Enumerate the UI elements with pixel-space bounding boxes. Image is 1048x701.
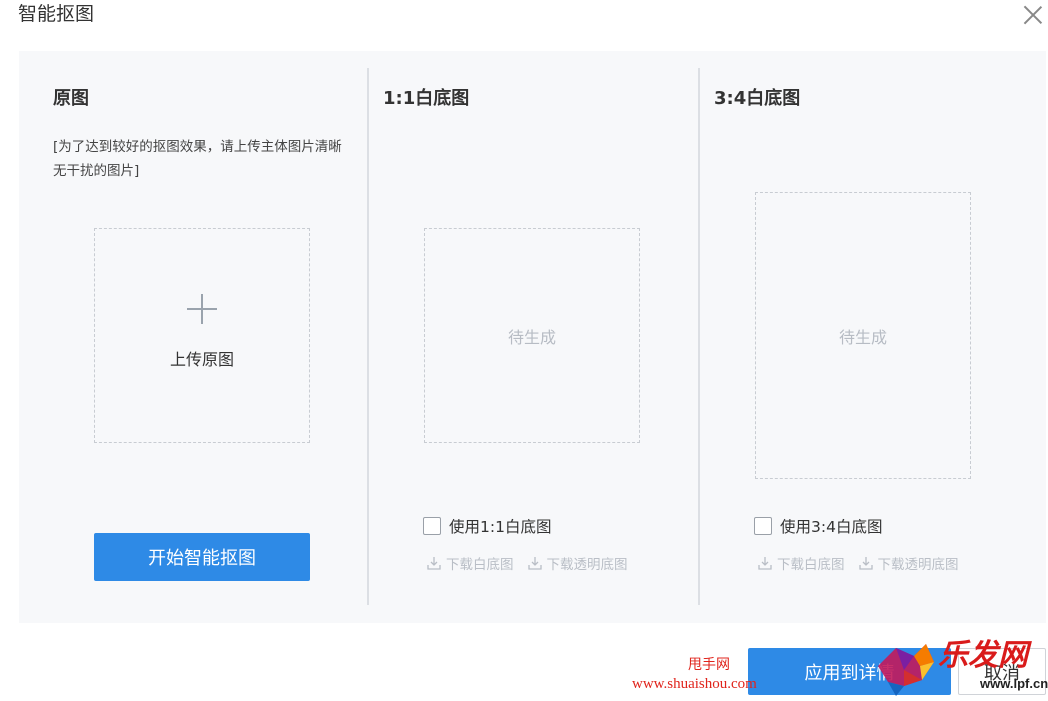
download-icon: [758, 557, 772, 570]
column-divider: [698, 68, 700, 605]
square-downloads: 下载白底图 下载透明底图: [427, 553, 642, 573]
watermark-site-url: www.shuaishou.com: [632, 676, 757, 692]
download-portrait-white[interactable]: 下载白底图: [758, 553, 845, 573]
download-white-label: 下载白底图: [446, 557, 514, 573]
watermark-site-name: 甩手网: [688, 657, 730, 673]
checkbox[interactable]: [423, 517, 441, 535]
use-portrait-checkbox[interactable]: 使用3:4白底图: [754, 515, 882, 537]
use-square-checkbox[interactable]: 使用1:1白底图: [423, 515, 551, 537]
watermark-logo-text: 乐发网: [938, 638, 1028, 673]
close-icon[interactable]: [1022, 4, 1044, 26]
original-title: 原图: [53, 88, 89, 109]
download-transparent-label: 下载透明底图: [877, 557, 959, 573]
portrait-preview: 待生成: [755, 192, 971, 479]
dialog-title: 智能抠图: [18, 3, 95, 25]
download-icon: [858, 557, 873, 570]
square-title: 1:1白底图: [383, 88, 470, 109]
plus-icon: [187, 293, 217, 324]
smart-cutout-dialog: 智能抠图 原图 [为了达到较好的抠图效果，请上传主体图片清晰无干扰的图片] 上传…: [0, 0, 1048, 701]
download-square-transparent[interactable]: 下载透明底图: [527, 553, 628, 573]
download-icon: [527, 557, 542, 570]
download-transparent-label: 下载透明底图: [546, 557, 628, 573]
checkbox[interactable]: [754, 517, 772, 535]
upload-label: 上传原图: [169, 349, 234, 369]
square-placeholder: 待生成: [507, 327, 556, 347]
portrait-downloads: 下载白底图 下载透明底图: [758, 553, 973, 573]
start-cutout-button[interactable]: 开始智能抠图: [94, 533, 310, 581]
watermark-logo-url: www.lpf.cn: [980, 676, 1048, 691]
download-portrait-transparent[interactable]: 下载透明底图: [858, 553, 959, 573]
use-portrait-label: 使用3:4白底图: [780, 518, 883, 536]
download-white-label: 下载白底图: [777, 557, 845, 573]
download-icon: [427, 557, 441, 570]
portrait-placeholder: 待生成: [838, 327, 887, 347]
use-square-label: 使用1:1白底图: [449, 518, 552, 536]
column-divider: [367, 68, 369, 605]
square-preview: 待生成: [424, 228, 640, 443]
portrait-title: 3:4白底图: [714, 88, 801, 109]
upload-hint: [为了达到较好的抠图效果，请上传主体图片清晰无干扰的图片]: [53, 139, 342, 179]
download-square-white[interactable]: 下载白底图: [427, 553, 514, 573]
upload-original-area[interactable]: 上传原图: [94, 228, 310, 443]
cutout-panel: 原图 [为了达到较好的抠图效果，请上传主体图片清晰无干扰的图片] 上传原图 开始…: [19, 51, 1046, 623]
